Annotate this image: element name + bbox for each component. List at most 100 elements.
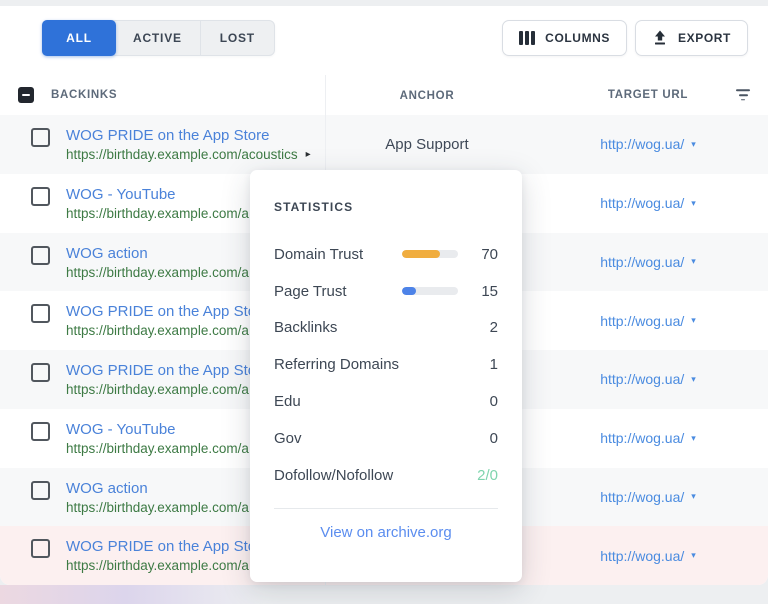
target-url-cell: http://wog.ua/ ▾ bbox=[528, 115, 768, 174]
statistic-value: 0 bbox=[489, 429, 498, 447]
backlink-url: https://birthday.example.com/a ▸ bbox=[66, 321, 269, 340]
statistic-label: Domain Trust bbox=[274, 245, 364, 263]
row-checkbox[interactable] bbox=[31, 304, 50, 324]
statistics-popup-title: STATISTICS bbox=[274, 200, 354, 214]
statistic-bar bbox=[402, 250, 458, 259]
target-url-link[interactable]: http://wog.ua/ ▾ bbox=[600, 313, 696, 329]
tab-active[interactable]: ACTIVE bbox=[115, 21, 200, 55]
target-url-text: http://wog.ua/ bbox=[600, 253, 685, 270]
backlink-url: https://birthday.example.com/a ▸ bbox=[66, 498, 249, 517]
row-checkbox[interactable] bbox=[31, 480, 50, 500]
indeterminate-mark bbox=[22, 94, 30, 96]
backlink-text: WOG action https://birthday.example.com/… bbox=[66, 479, 249, 517]
row-checkbox[interactable] bbox=[31, 245, 50, 265]
target-url-link[interactable]: http://wog.ua/ ▾ bbox=[600, 430, 696, 446]
export-button[interactable]: EXPORT bbox=[635, 20, 748, 56]
row-checkbox[interactable] bbox=[31, 186, 50, 206]
backlink-title-link[interactable]: WOG - YouTube bbox=[66, 185, 249, 204]
statistics-popup: STATISTICS Domain Trust 70 Page Trust 15… bbox=[250, 170, 522, 582]
target-url-column-label: TARGET URL bbox=[607, 89, 689, 101]
table-header: BACKINKS ANCHOR TARGET URL bbox=[0, 75, 768, 115]
target-url-text: http://wog.ua/ bbox=[600, 195, 685, 212]
statistic-row: Backlinks 2 bbox=[274, 310, 498, 347]
statistic-value: 0 bbox=[489, 393, 498, 411]
backlink-url-text: https://birthday.example.com/a bbox=[66, 382, 249, 397]
statistic-row: Edu 0 bbox=[274, 383, 498, 420]
header-cell-anchor: ANCHOR bbox=[326, 86, 528, 104]
statistic-label: Referring Domains bbox=[274, 356, 400, 374]
backlink-url-text: https://birthday.example.com/a bbox=[66, 499, 249, 515]
backlink-title-link[interactable]: WOG PRIDE on the App Store bbox=[66, 302, 269, 321]
target-url-cell: http://wog.ua/ ▾ bbox=[528, 468, 768, 527]
statistic-label: Backlinks bbox=[274, 319, 338, 337]
select-all-checkbox[interactable] bbox=[18, 87, 34, 103]
tab-all[interactable]: ALL bbox=[42, 20, 116, 56]
chevron-down-icon: ▾ bbox=[691, 197, 696, 208]
columns-icon bbox=[519, 31, 536, 45]
target-url-link[interactable]: http://wog.ua/ ▾ bbox=[600, 195, 696, 211]
statistic-label: Edu bbox=[274, 393, 301, 411]
target-url-link[interactable]: http://wog.ua/ ▾ bbox=[600, 136, 696, 152]
status-filter-tabs: ALL ACTIVE LOST bbox=[42, 20, 275, 56]
backlink-text: WOG PRIDE on the App Store https://birth… bbox=[66, 361, 269, 399]
row-checkbox[interactable] bbox=[31, 128, 50, 147]
backlink-url: https://birthday.example.com/a ▸ bbox=[66, 204, 249, 223]
anchor-column-label: ANCHOR bbox=[399, 90, 455, 102]
chevron-down-icon: ▾ bbox=[691, 256, 696, 267]
row-checkbox[interactable] bbox=[31, 421, 50, 441]
backlink-title-link[interactable]: WOG PRIDE on the App Store bbox=[66, 537, 269, 556]
backlink-url: https://birthday.example.com/acoustics ▸ bbox=[66, 145, 311, 164]
anchor-cell: App Support bbox=[326, 115, 528, 174]
backlink-title-link[interactable]: WOG action bbox=[66, 479, 249, 498]
chevron-down-icon: ▾ bbox=[691, 550, 696, 561]
target-url-cell: http://wog.ua/ ▾ bbox=[528, 526, 768, 585]
row-checkbox[interactable] bbox=[31, 539, 50, 559]
filter-icon[interactable] bbox=[736, 89, 750, 101]
export-button-label: EXPORT bbox=[678, 31, 731, 45]
backlinks-column-label: BACKINKS bbox=[51, 89, 118, 101]
target-url-link[interactable]: http://wog.ua/ ▾ bbox=[600, 489, 696, 505]
statistic-label: Dofollow/Nofollow bbox=[274, 466, 394, 484]
statistic-row: Dofollow/Nofollow 2/0 bbox=[274, 457, 498, 494]
target-url-link[interactable]: http://wog.ua/ ▾ bbox=[600, 371, 696, 387]
backlink-url-text: https://birthday.example.com/a bbox=[66, 558, 249, 574]
view-on-archive-link[interactable]: View on archive.org bbox=[274, 509, 498, 559]
row-checkbox[interactable] bbox=[31, 363, 50, 382]
columns-button-label: COLUMNS bbox=[545, 31, 611, 45]
statistic-value: 15 bbox=[481, 282, 498, 300]
statistic-row: Referring Domains 1 bbox=[274, 346, 498, 383]
backlink-title-link[interactable]: WOG - YouTube bbox=[66, 420, 249, 439]
table-row: WOG PRIDE on the App Store https://birth… bbox=[0, 115, 768, 174]
backlink-title-link[interactable]: WOG PRIDE on the App Store bbox=[66, 361, 269, 380]
chevron-down-icon: ▾ bbox=[691, 491, 696, 502]
chevron-down-icon: ▾ bbox=[691, 373, 696, 384]
target-url-link[interactable]: http://wog.ua/ ▾ bbox=[600, 548, 696, 564]
backlink-title-link[interactable]: WOG PRIDE on the App Store bbox=[66, 126, 311, 145]
anchor-text: App Support bbox=[385, 135, 469, 153]
backlink-url-text: https://birthday.example.com/a bbox=[66, 323, 249, 339]
chevron-down-icon: ▾ bbox=[691, 138, 696, 149]
target-url-cell: http://wog.ua/ ▾ bbox=[528, 350, 768, 409]
statistic-label: Gov bbox=[274, 429, 302, 447]
tab-lost[interactable]: LOST bbox=[199, 21, 274, 55]
backlink-title-link[interactable]: WOG action bbox=[66, 244, 249, 263]
target-url-text: http://wog.ua/ bbox=[600, 488, 685, 505]
backlink-url-text: https://birthday.example.com/a bbox=[66, 440, 249, 456]
backlink-url-text: https://birthday.example.com/a bbox=[66, 264, 249, 280]
statistic-label: Page Trust bbox=[274, 282, 347, 300]
target-url-link[interactable]: http://wog.ua/ ▾ bbox=[600, 254, 696, 270]
backlink-text: WOG - YouTube https://birthday.example.c… bbox=[66, 185, 249, 223]
columns-button[interactable]: COLUMNS bbox=[502, 20, 628, 56]
statistic-bar-fill bbox=[402, 250, 441, 259]
backlink-text: WOG PRIDE on the App Store https://birth… bbox=[66, 537, 269, 575]
statistic-value: 70 bbox=[481, 245, 498, 263]
backlink-url: https://birthday.example.com/a ▸ bbox=[66, 380, 269, 399]
backlink-text: WOG PRIDE on the App Store https://birth… bbox=[66, 126, 311, 164]
chevron-down-icon: ▾ bbox=[691, 315, 696, 326]
expand-caret-icon[interactable]: ▸ bbox=[306, 149, 311, 160]
statistic-row: Gov 0 bbox=[274, 420, 498, 457]
target-url-text: http://wog.ua/ bbox=[600, 312, 685, 329]
statistic-value: 2/0 bbox=[477, 466, 498, 484]
backlink-url: https://birthday.example.com/a ▸ bbox=[66, 439, 249, 458]
statistic-bar-fill bbox=[402, 287, 416, 296]
